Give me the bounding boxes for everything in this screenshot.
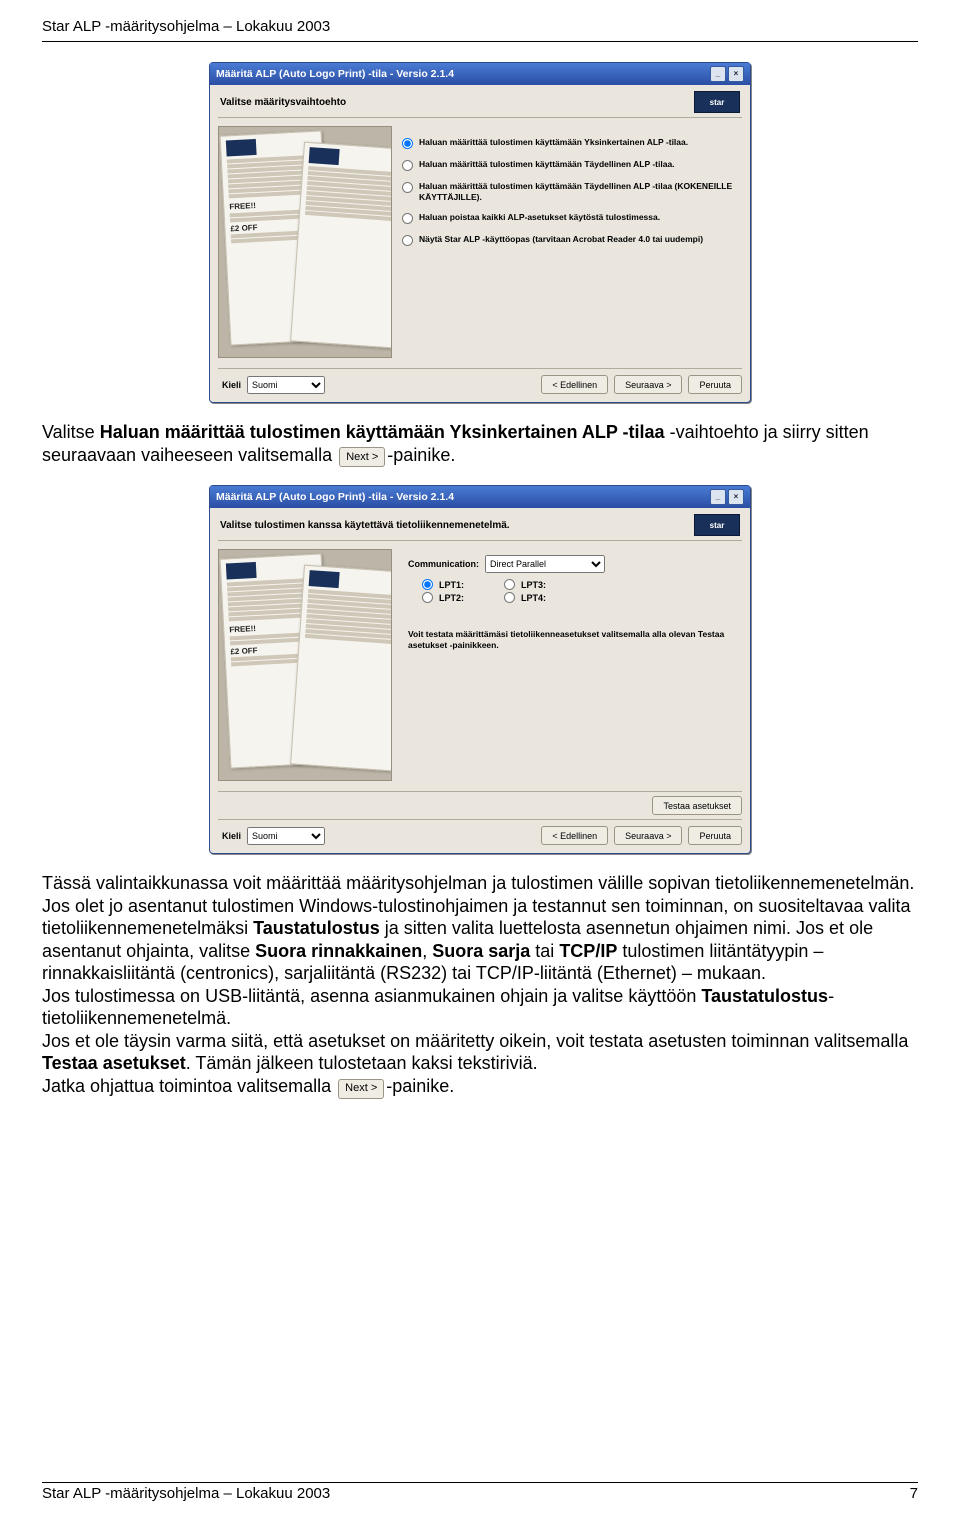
cancel-button[interactable]: Peruuta bbox=[688, 826, 742, 845]
option-label: Haluan poistaa kaikki ALP-asetukset käyt… bbox=[419, 212, 660, 223]
option-remove-alp-radio[interactable] bbox=[402, 213, 413, 224]
option-simple-alp-radio[interactable] bbox=[402, 138, 413, 149]
option-label: Haluan määrittää tulostimen käyttämään Y… bbox=[419, 137, 688, 148]
option-show-guide-radio[interactable] bbox=[402, 235, 413, 246]
dialog2-title: Määritä ALP (Auto Logo Print) -tila - Ve… bbox=[216, 491, 454, 503]
dialog1-title: Määritä ALP (Auto Logo Print) -tila - Ve… bbox=[216, 68, 454, 80]
communication-select[interactable]: Direct Parallel bbox=[485, 555, 605, 573]
close-icon[interactable]: × bbox=[728, 66, 744, 82]
lpt3-label: LPT3: bbox=[521, 580, 546, 590]
lpt4-option[interactable]: LPT4: bbox=[504, 592, 546, 603]
instruction-1: Valitse Haluan määrittää tulostimen käyt… bbox=[42, 421, 918, 467]
lpt3-radio[interactable] bbox=[504, 579, 515, 590]
option-full-alp-advanced-radio[interactable] bbox=[402, 182, 413, 193]
inline-next-button: Next > bbox=[338, 1079, 384, 1099]
dialog-1: Määritä ALP (Auto Logo Print) -tila - Ve… bbox=[209, 62, 751, 403]
doc-header: Star ALP -määritysohjelma – Lokakuu 2003 bbox=[42, 18, 918, 35]
communication-label: Communication: bbox=[408, 559, 479, 569]
dialog2-subtitle: Valitse tulostimen kanssa käytettävä tie… bbox=[220, 520, 510, 531]
lpt4-label: LPT4: bbox=[521, 593, 546, 603]
dialog-2: Määritä ALP (Auto Logo Print) -tila - Ve… bbox=[209, 485, 751, 854]
language-select[interactable]: Suomi bbox=[247, 376, 325, 394]
lpt1-radio[interactable] bbox=[422, 579, 433, 590]
receipt-illustration: FREE!! £2 OFF bbox=[218, 549, 392, 781]
option-remove-alp[interactable]: Haluan poistaa kaikki ALP-asetukset käyt… bbox=[402, 207, 740, 229]
page-footer: Star ALP -määritysohjelma – Lokakuu 2003… bbox=[42, 1482, 918, 1502]
separator bbox=[218, 540, 742, 541]
cancel-button[interactable]: Peruuta bbox=[688, 375, 742, 394]
test-note: Voit testata määrittämäsi tietoliikennea… bbox=[408, 629, 734, 650]
star-logo: star bbox=[694, 514, 740, 536]
lpt1-label: LPT1: bbox=[439, 580, 464, 590]
lpt2-label: LPT2: bbox=[439, 593, 464, 603]
option-simple-alp[interactable]: Haluan määrittää tulostimen käyttämään Y… bbox=[402, 132, 740, 154]
minimize-icon[interactable]: _ bbox=[710, 489, 726, 505]
prev-button[interactable]: < Edellinen bbox=[541, 375, 608, 394]
lpt4-radio[interactable] bbox=[504, 592, 515, 603]
page-number: 7 bbox=[910, 1485, 918, 1502]
language-label: Kieli bbox=[222, 831, 241, 841]
next-button[interactable]: Seuraava > bbox=[614, 375, 682, 394]
option-label: Haluan määrittää tulostimen käyttämään T… bbox=[419, 181, 740, 202]
lpt2-option[interactable]: LPT2: bbox=[422, 592, 464, 603]
lpt3-option[interactable]: LPT3: bbox=[504, 579, 546, 590]
option-label: Haluan määrittää tulostimen käyttämään T… bbox=[419, 159, 675, 170]
test-settings-button[interactable]: Testaa asetukset bbox=[652, 796, 742, 815]
prev-button[interactable]: < Edellinen bbox=[541, 826, 608, 845]
minimize-icon[interactable]: _ bbox=[710, 66, 726, 82]
dialog1-options: Haluan määrittää tulostimen käyttämään Y… bbox=[400, 126, 742, 358]
option-full-alp-radio[interactable] bbox=[402, 160, 413, 171]
dialog2-options: Communication: Direct Parallel LPT1: LPT… bbox=[400, 549, 742, 781]
star-logo: star bbox=[694, 91, 740, 113]
footer-left: Star ALP -määritysohjelma – Lokakuu 2003 bbox=[42, 1485, 330, 1502]
separator bbox=[218, 117, 742, 118]
dialog1-subtitle: Valitse määritysvaihtoehto bbox=[220, 97, 346, 108]
option-show-guide[interactable]: Näytä Star ALP -käyttöopas (tarvitaan Ac… bbox=[402, 229, 740, 251]
language-select[interactable]: Suomi bbox=[247, 827, 325, 845]
receipt-illustration: FREE!! £2 OFF bbox=[218, 126, 392, 358]
option-label: Näytä Star ALP -käyttöopas (tarvitaan Ac… bbox=[419, 234, 703, 245]
option-full-alp[interactable]: Haluan määrittää tulostimen käyttämään T… bbox=[402, 154, 740, 176]
header-rule bbox=[42, 41, 918, 42]
option-full-alp-advanced[interactable]: Haluan määrittää tulostimen käyttämään T… bbox=[402, 176, 740, 207]
lpt1-option[interactable]: LPT1: bbox=[422, 579, 464, 590]
next-button[interactable]: Seuraava > bbox=[614, 826, 682, 845]
close-icon[interactable]: × bbox=[728, 489, 744, 505]
inline-next-button: Next > bbox=[339, 447, 385, 467]
instruction-2: Tässä valintaikkunassa voit määrittää mä… bbox=[42, 872, 918, 1098]
lpt2-radio[interactable] bbox=[422, 592, 433, 603]
language-label: Kieli bbox=[222, 380, 241, 390]
